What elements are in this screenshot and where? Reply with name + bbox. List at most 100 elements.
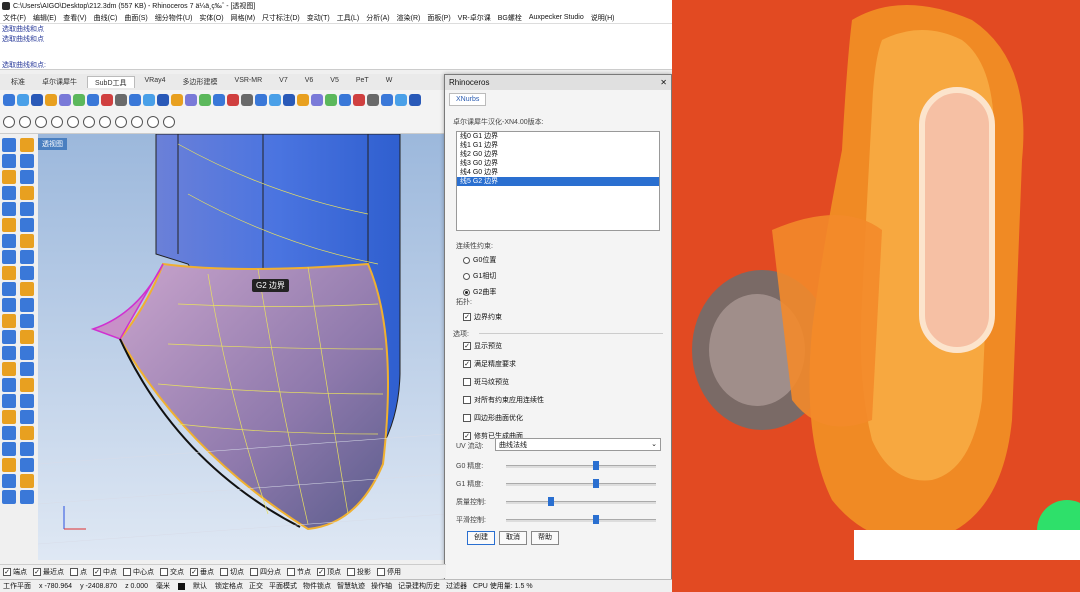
palette-tool-icon[interactable] [2,442,16,456]
toolbar-tool-icon[interactable] [67,115,79,128]
menu-item[interactable]: Auxpecker Studio [529,14,584,21]
status-toggle[interactable]: 智慧轨迹 [337,581,365,591]
slider-thumb[interactable] [593,461,599,470]
palette-tool-icon[interactable] [2,154,16,168]
checkbox[interactable]: ✓ [190,567,198,576]
checkbox[interactable]: ✓ [93,567,101,576]
menu-item[interactable]: 曲面(S) [124,13,147,23]
toolbar-tool-icon[interactable] [353,94,365,106]
help-button[interactable]: 帮助 [531,531,559,545]
list-item[interactable]: 线0 G1 边界 [457,132,659,141]
status-toggle[interactable]: 正交 [249,581,263,591]
checkbox[interactable]: ✓ [3,567,11,576]
tab-item[interactable]: 标准 [4,76,32,88]
toolbar-tool-icon[interactable] [339,94,351,106]
toolbar-tool-icon[interactable] [241,94,253,106]
menu-item[interactable]: 说明(H) [591,13,615,23]
continuity-radio[interactable]: G2曲率 [463,287,496,297]
option-checkbox[interactable]: ✓ 满足精度要求 [463,359,544,369]
list-item[interactable]: 线4 G0 边界 [457,168,659,177]
toolbar-tool-icon[interactable] [115,94,127,106]
checkbox[interactable]: ✓ [317,567,325,576]
palette-tool-icon[interactable] [20,282,34,296]
slider-track[interactable] [506,483,656,486]
create-button[interactable]: 创建 [467,531,495,545]
palette-tool-icon[interactable] [20,186,34,200]
list-item[interactable]: 线3 G0 边界 [457,159,659,168]
list-item[interactable]: 线1 G1 边界 [457,141,659,150]
tab-item[interactable]: 多边形建模 [176,76,225,88]
palette-tool-icon[interactable] [20,250,34,264]
status-toggle[interactable]: 记录建构历史 [398,581,440,591]
palette-tool-icon[interactable] [2,266,16,280]
palette-tool-icon[interactable] [2,218,16,232]
menu-item[interactable]: 变动(T) [307,13,330,23]
toolbar-tool-icon[interactable] [129,94,141,106]
palette-tool-icon[interactable] [2,138,16,152]
palette-tool-icon[interactable] [2,170,16,184]
toolbar-tool-icon[interactable] [163,115,175,128]
continuity-radio[interactable]: G0位置 [463,255,496,265]
toolbar-tool-icon[interactable] [3,94,15,106]
toolbar-tool-icon[interactable] [213,94,225,106]
tab-item[interactable]: 卓尔课犀牛 [35,76,84,88]
toolbar-tool-icon[interactable] [3,115,15,128]
checkbox[interactable] [70,567,78,576]
menu-item[interactable]: 实体(O) [199,13,223,23]
toolbar-tool-icon[interactable] [157,94,169,106]
palette-tool-icon[interactable] [2,282,16,296]
toolbar-tool-icon[interactable] [99,115,111,128]
tab-item[interactable]: V5 [323,76,346,88]
status-toggle[interactable]: 过滤器 [446,581,467,591]
palette-tool-icon[interactable] [2,298,16,312]
palette-tool-icon[interactable] [2,186,16,200]
checkbox[interactable] [250,567,258,576]
palette-tool-icon[interactable] [2,346,16,360]
osnap-item[interactable]: ✓ 最近点 [33,567,64,577]
toolbar-tool-icon[interactable] [19,115,31,128]
toolbar-tool-icon[interactable] [51,115,63,128]
palette-tool-icon[interactable] [20,154,34,168]
palette-tool-icon[interactable] [20,346,34,360]
toolbar-tool-icon[interactable] [297,94,309,106]
palette-tool-icon[interactable] [20,458,34,472]
palette-tool-icon[interactable] [20,442,34,456]
status-toggle[interactable]: 物件锁点 [303,581,331,591]
checkbox[interactable] [463,396,471,404]
palette-tool-icon[interactable] [2,490,16,504]
close-icon[interactable]: ✕ [660,78,667,87]
menu-item[interactable]: 渲染(R) [397,13,421,23]
toolbar-tool-icon[interactable] [171,94,183,106]
palette-tool-icon[interactable] [20,378,34,392]
status-toggle[interactable]: 操作轴 [371,581,392,591]
palette-tool-icon[interactable] [2,378,16,392]
osnap-item[interactable]: 投影 [347,567,371,577]
osnap-item[interactable]: 四分点 [250,567,281,577]
menu-item[interactable]: 分析(A) [366,13,389,23]
toolbar-tool-icon[interactable] [381,94,393,106]
toolbar-tool-icon[interactable] [87,94,99,106]
palette-tool-icon[interactable] [2,426,16,440]
checkbox[interactable]: ✓ [463,313,471,321]
menu-item[interactable]: 尺寸标注(D) [262,13,300,23]
slider-track[interactable] [506,501,656,504]
menu-item[interactable]: 网格(M) [231,13,256,23]
toolbar-tool-icon[interactable] [367,94,379,106]
osnap-item[interactable]: 节点 [287,567,311,577]
checkbox[interactable]: ✓ [463,432,471,440]
palette-tool-icon[interactable] [20,218,34,232]
perspective-viewport[interactable]: 透视图 G2 边界 [38,134,446,560]
slider-track[interactable] [506,465,656,468]
toolbar-tool-icon[interactable] [35,115,47,128]
menu-item[interactable]: 编辑(E) [33,13,56,23]
slider-track[interactable] [506,519,656,522]
palette-tool-icon[interactable] [20,138,34,152]
tab-item[interactable]: W [379,76,400,88]
tab-item[interactable]: SubD工具 [87,76,135,88]
checkbox[interactable]: ✓ [463,360,471,368]
checkbox[interactable] [123,567,131,576]
list-item[interactable]: 线2 G0 边界 [457,150,659,159]
palette-tool-icon[interactable] [2,410,16,424]
checkbox[interactable] [347,567,355,576]
toolbar-tool-icon[interactable] [311,94,323,106]
